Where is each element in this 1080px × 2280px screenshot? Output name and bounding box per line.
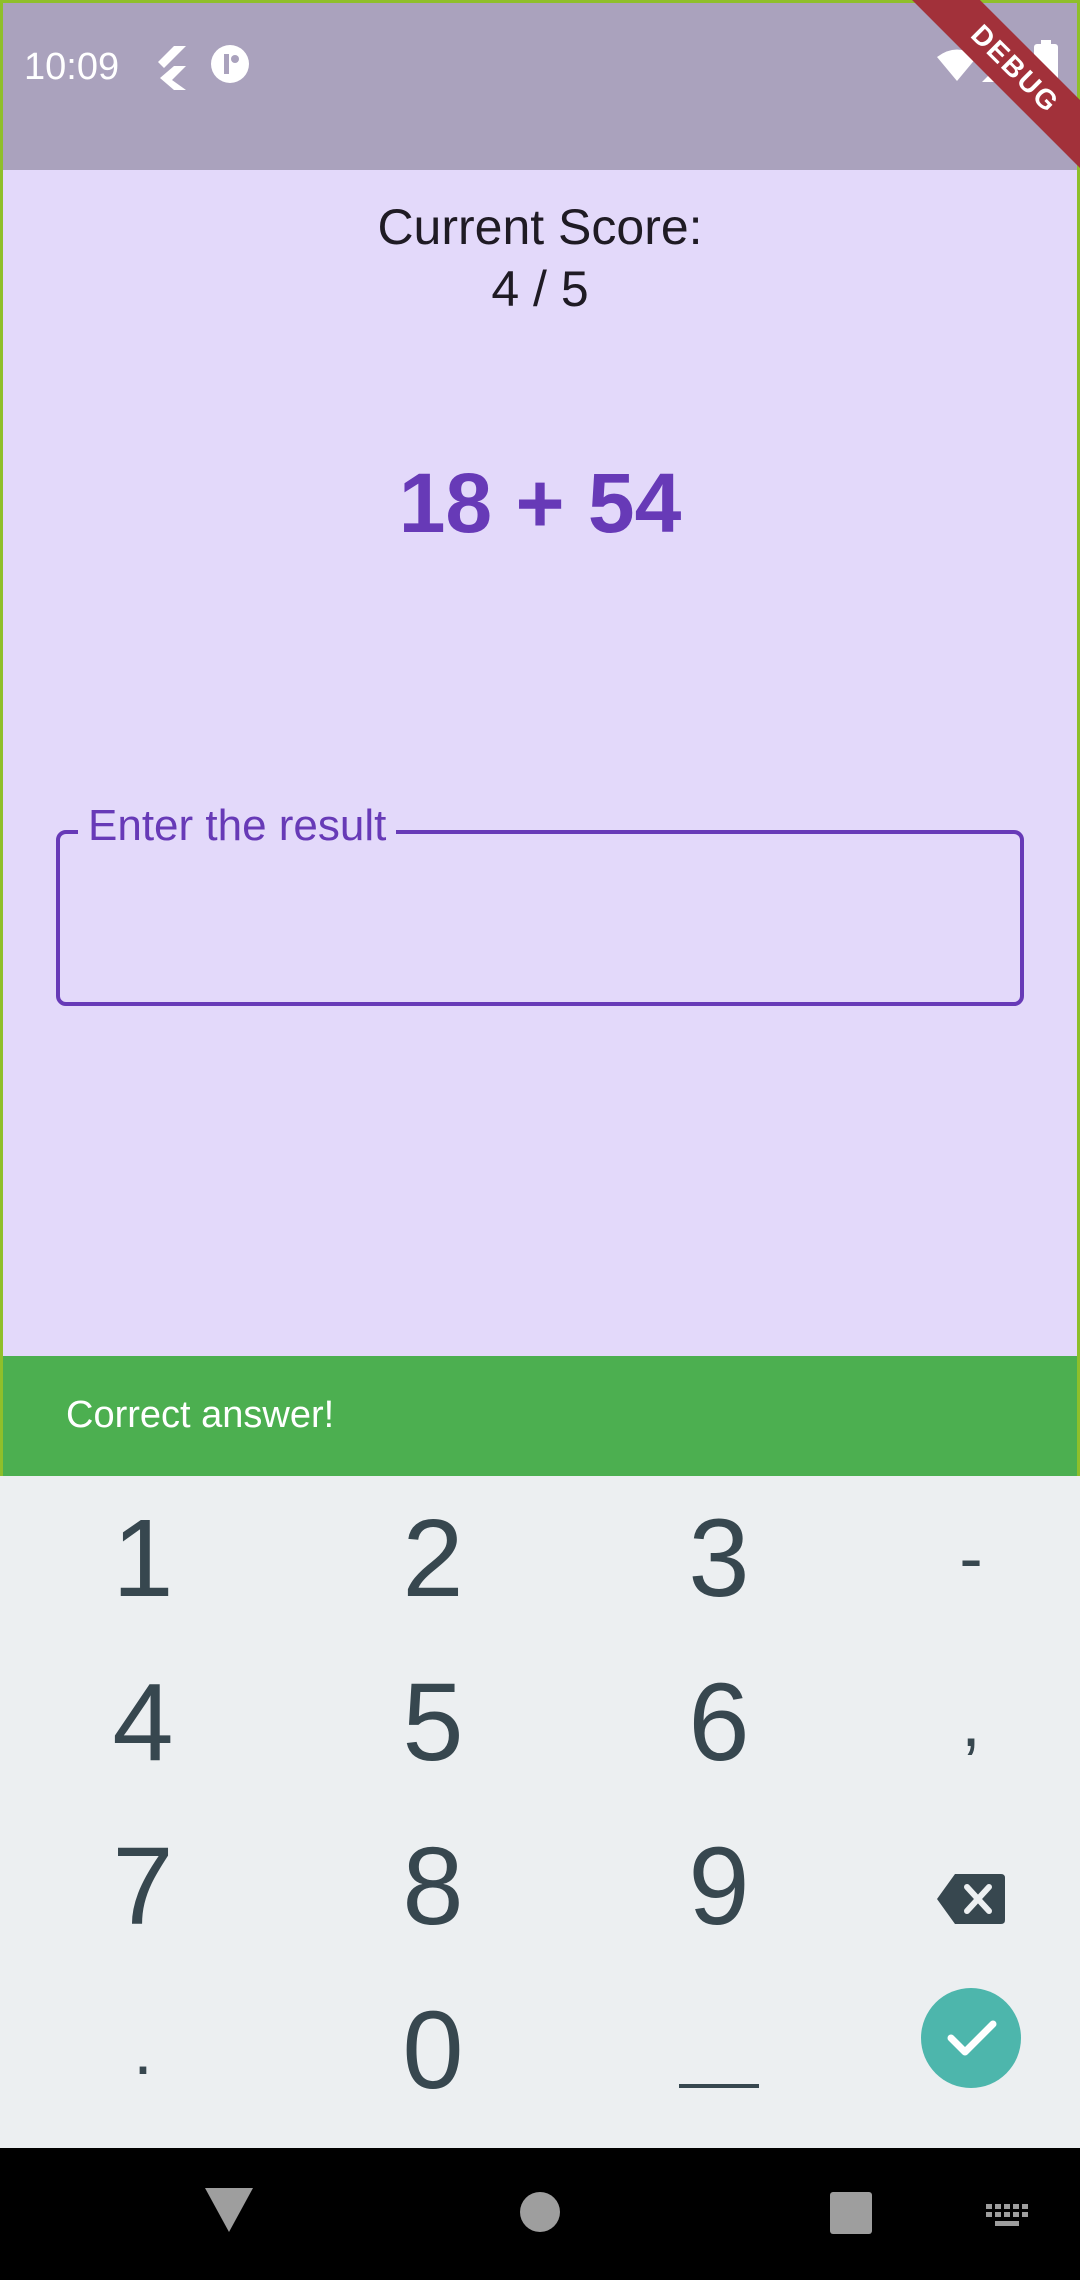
done-check-icon [921,1987,1021,2114]
backspace-key[interactable] [836,1804,1080,1968]
key-1[interactable]: 1 [8,1476,278,1640]
back-icon[interactable] [205,2188,253,2237]
key-6[interactable]: 6 [584,1640,854,1804]
debug-banner: DEBUG [910,0,1080,170]
app-notification-icon [210,44,250,89]
recents-icon[interactable] [830,2192,872,2239]
math-question: 18 + 54 [398,456,682,550]
score-value: 4 / 5 [491,261,589,317]
key-5[interactable]: 5 [298,1640,568,1804]
key-decimal[interactable]: . [8,1968,278,2132]
key-7[interactable]: 7 [8,1804,278,1968]
key-4[interactable]: 4 [8,1640,278,1804]
score-title: Current Score: [377,199,703,255]
status-time: 10:09 [24,46,120,88]
debug-label: DEBUG [910,0,1080,170]
key-comma[interactable]: , [836,1640,1080,1804]
space-key[interactable] [584,1968,854,2132]
keyboard-switch-icon[interactable] [986,2204,1028,2233]
key-minus[interactable]: - [836,1476,1080,1640]
flutter-icon [150,44,190,95]
backspace-icon [937,1823,1005,1950]
home-icon[interactable] [520,2192,560,2237]
key-3[interactable]: 3 [584,1476,854,1640]
answer-input[interactable] [90,880,990,960]
snackbar-text: Correct answer! [66,1394,335,1436]
key-2[interactable]: 2 [298,1476,568,1640]
answer-input-label: Enter the result [78,800,397,852]
numeric-keyboard: 1 2 3 - 4 5 6 , 7 8 9 . 0 [0,1476,1080,2148]
done-key[interactable] [836,1968,1080,2132]
key-8[interactable]: 8 [298,1804,568,1968]
snackbar: Correct answer! [0,1356,1080,1476]
system-nav-bar [0,2148,1080,2280]
key-0[interactable]: 0 [298,1968,568,2132]
space-icon [679,1987,759,2114]
key-9[interactable]: 9 [584,1804,854,1968]
